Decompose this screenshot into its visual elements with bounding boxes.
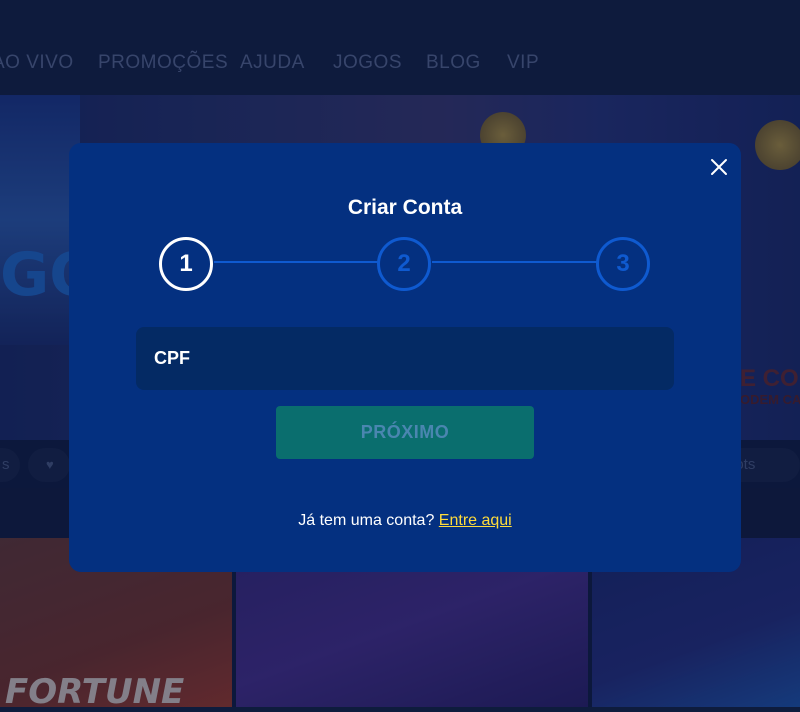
login-link[interactable]: Entre aqui (439, 512, 512, 529)
step-indicator-3: 3 (596, 237, 650, 291)
step-connector (214, 261, 378, 263)
step-indicator-2: 2 (377, 237, 431, 291)
cpf-input[interactable] (136, 327, 674, 390)
close-icon (711, 159, 727, 175)
close-button[interactable] (707, 155, 731, 179)
step-indicator-1: 1 (159, 237, 213, 291)
modal-title: Criar Conta (347, 196, 463, 219)
login-prompt-text: Já tem uma conta? (298, 512, 435, 529)
login-prompt-row: Já tem uma conta? Entre aqui (69, 512, 741, 530)
step-connector (432, 261, 597, 263)
create-account-modal: Criar Conta 1 2 3 PRÓXIMO Já tem uma con… (69, 143, 741, 572)
next-button[interactable]: PRÓXIMO (276, 406, 534, 459)
